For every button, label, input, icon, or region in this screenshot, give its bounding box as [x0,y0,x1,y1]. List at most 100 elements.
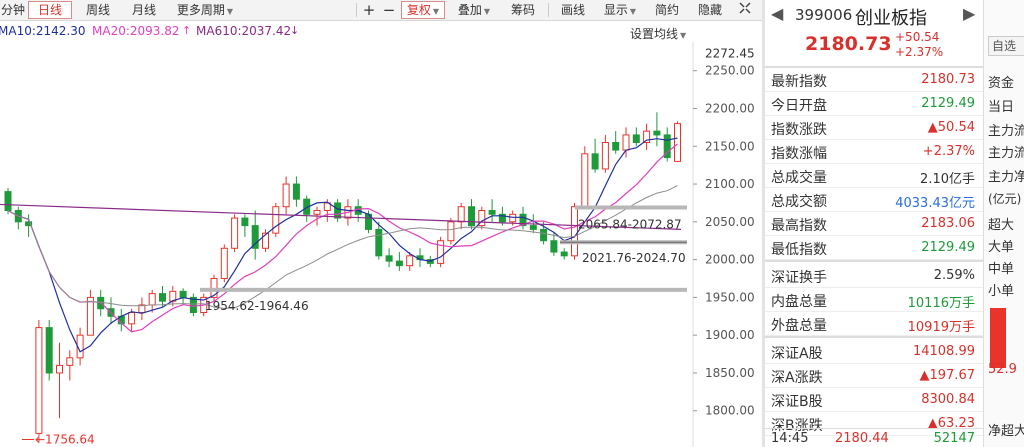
candle-body [241,217,249,227]
candle-body [529,225,537,230]
ma-settings-button[interactable]: 设置均线 ▼ [630,25,686,42]
quote-panel: ◀ 399006 创业板指 ▶ 2180.73 +50.54 +2.37% 最新… [765,0,983,447]
quote-row: 深A涨跌 ▲197.67 [765,364,983,388]
kline-chart[interactable]: 1800.00 1850.00 1900.00 1950.00 2000.00 2050.… [0,42,762,447]
y-tick-label: 1850.00 [705,366,755,380]
tab-minute[interactable]: 分钟 [0,1,26,19]
overlay-dropdown[interactable]: 叠加 ▼ [452,1,496,19]
more-periods-label: 更多周期 [176,3,225,17]
quote-row-label: 最高指数 [771,218,827,234]
candle-body [292,183,300,200]
tab-capital[interactable]: 资金 [988,72,1014,91]
quote-row-label: 深证换手 [771,270,827,286]
divider [765,260,983,262]
draw-line-button[interactable]: 画线 [553,1,593,19]
next-stock-icon[interactable]: ▶ [963,4,975,23]
quote-row: 今日开盘 2129.49 [765,92,983,116]
low-label: ←1756.64 [35,432,95,446]
divider [548,3,549,17]
overlay-label: 叠加 [457,3,482,17]
price-band-label: 2021.76-2024.70 [582,251,686,265]
candle-body [375,228,383,257]
candle-body [437,240,445,264]
candle-body [313,209,321,215]
quote-row: 深证A股 14108.99 [765,340,983,364]
candle-body [591,153,599,170]
candle-body [632,134,640,143]
tick-volume: 52147 [933,431,975,446]
capital-bar-value: 52.9 [988,362,1017,377]
toolbar: 分钟 日线 周线 月线 更多周期 ▼ + − 复权 ▼ 叠加 ▼ 筹码 画线 显示 ▼ … [0,0,762,21]
y-tick-label: 2000.00 [705,253,755,267]
candle-body [159,293,166,302]
change-percent: +2.37% [895,45,944,59]
candle-body [231,217,239,249]
candle-body [56,364,63,374]
tab-weekly[interactable]: 周线 [76,1,120,19]
quote-row-label: 深A涨跌 [771,370,823,386]
quote-row: 指数涨跌 ▲50.54 [765,116,983,140]
y-tick-label: 1950.00 [705,290,755,304]
side-item: 小单 [988,284,1015,299]
quote-row-value: 2129.49 [921,96,975,111]
watchlist-button[interactable]: 自选 [988,36,1024,56]
y-tick-label: 2150.00 [705,139,755,153]
candle-body [179,290,187,298]
quote-row: 外盘总量 10919万手 [765,312,983,336]
candle-body [622,134,630,151]
chevron-down-icon: ▼ [629,7,637,16]
candle-body [86,296,94,336]
quote-row: 指数涨幅 +2.37% [765,140,983,164]
quote-row: 总成交量 2.10亿手 [765,164,983,188]
zoom-out-button[interactable]: − [380,1,398,19]
quote-row: 最高指数 2183.06 [765,212,983,236]
price-band [200,287,687,292]
last-price: 2180.73 [805,33,892,55]
display-dropdown[interactable]: 显示 ▼ [597,1,643,19]
quote-row-label: 指数涨跌 [771,122,827,138]
zoom-in-button[interactable]: + [360,1,378,19]
divider [356,3,357,17]
index-code: 399006 [795,6,853,24]
chips-button[interactable]: 筹码 [503,1,543,19]
side-panel: 自选 资金 当日 主力流 主力流 主力净 (亿元) 超大 大单 中单 小单 52… [983,0,1024,447]
y-tick-label: 1800.00 [705,404,755,418]
ma20-value: MA20:2093.82 [92,24,180,38]
y-tick-label: 2050.00 [705,215,755,229]
candle-body [540,228,548,242]
quote-row: 深证B股 8300.84 [765,388,983,412]
adjust-rights-dropdown[interactable]: 复权 ▼ [401,1,445,19]
collapse-icon[interactable] [730,1,760,19]
side-item: 主力流 [988,124,1024,139]
tab-monthly[interactable]: 月线 [122,1,166,19]
divider [765,336,983,338]
side-item: 主力流 [988,146,1024,161]
y-tick-label: 2100.00 [705,177,755,191]
side-item: 主力净 [988,170,1024,185]
quote-row-label: 总成交量 [771,170,827,186]
quote-row-label: 内盘总量 [771,294,827,310]
tick-price: 2180.44 [835,431,889,446]
price-change: +50.54 +2.37% [895,30,943,60]
candle-body [457,206,465,223]
quote-row-value: 2.10亿手 [920,172,975,187]
tick-footer: 14:45 2180.44 52147 [765,428,983,447]
hide-button[interactable]: 隐藏 [690,1,730,19]
unit-label: (亿元) [988,192,1022,206]
candle-body [406,255,414,267]
candle-body [447,221,455,242]
simple-mode-button[interactable]: 简约 [647,1,687,19]
prev-stock-icon[interactable]: ◀ [771,4,783,23]
ma10-value: MA10:2142.30 [0,24,86,38]
price-band-label: 2065.84-2072.87 [578,217,682,231]
price-band-label: 1954.62-1964.46 [205,299,309,313]
quote-row-value: 14108.99 [912,344,975,359]
quote-row-label: 今日开盘 [771,98,827,114]
arrow-down-icon: ↓ [290,24,300,37]
quote-row: 最新指数 2180.73 [765,68,983,92]
more-periods-dropdown[interactable]: 更多周期 ▼ [170,1,240,19]
candle-body [488,209,496,215]
side-item: 净超大 [988,424,1024,439]
tab-daily[interactable]: 日线 [28,1,72,19]
side-item: 超大 [988,218,1015,233]
